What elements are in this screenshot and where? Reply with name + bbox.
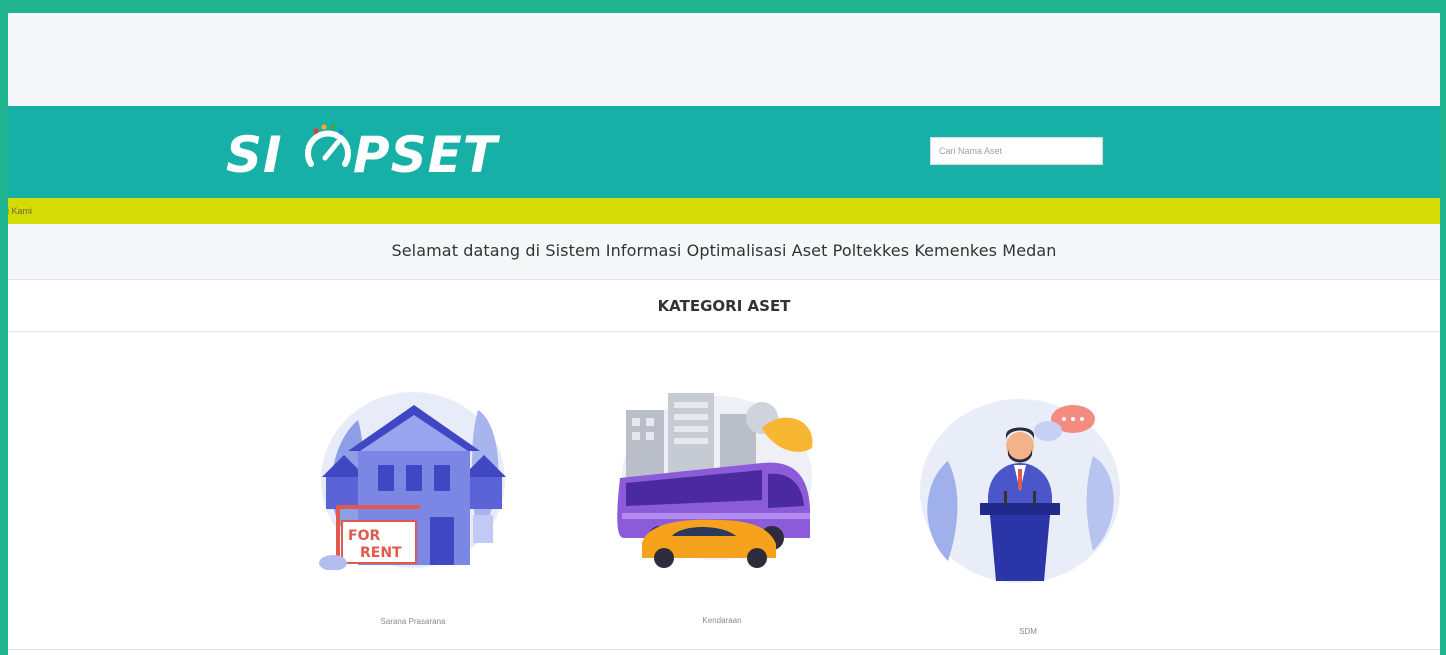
svg-text:SI: SI: [226, 126, 283, 182]
category-card-kendaraan[interactable]: Kendaraan: [612, 388, 827, 625]
welcome-text: Selamat datang di Sistem Informasi Optim…: [391, 241, 1057, 260]
for-rent-sign-line1: FOR: [348, 528, 380, 544]
category-label: SDM: [1019, 627, 1037, 636]
ticker-text: gi Kami: [8, 206, 33, 216]
category-section-title: KATEGORI ASET: [8, 280, 1440, 332]
for-rent-sign-line2: RENT: [360, 545, 402, 561]
category-card-sarana-prasarana[interactable]: FOR RENT Sarana Prasarana: [308, 385, 518, 626]
category-title-text: KATEGORI ASET: [657, 297, 791, 315]
siopset-logo[interactable]: SI PSET: [222, 118, 512, 182]
search-input[interactable]: [930, 137, 1103, 165]
category-label: Kendaraan: [702, 616, 742, 625]
speaker-podium-icon: [920, 399, 1120, 583]
vehicle-bus-car-icon: [617, 393, 813, 568]
svg-text:PSET: PSET: [353, 126, 501, 182]
category-card-sdm[interactable]: SDM: [918, 391, 1123, 636]
running-ticker: gi Kami: [8, 198, 1440, 224]
house-for-rent-icon: FOR RENT: [319, 392, 506, 570]
welcome-banner: Selamat datang di Sistem Informasi Optim…: [8, 224, 1440, 280]
page-frame: SI PSET gi Kami Selamat datang di Sistem…: [8, 13, 1440, 655]
section-divider: [8, 649, 1440, 650]
top-strip: [8, 13, 1440, 106]
site-header: SI PSET: [8, 106, 1440, 198]
category-label: Sarana Prasarana: [380, 617, 446, 626]
